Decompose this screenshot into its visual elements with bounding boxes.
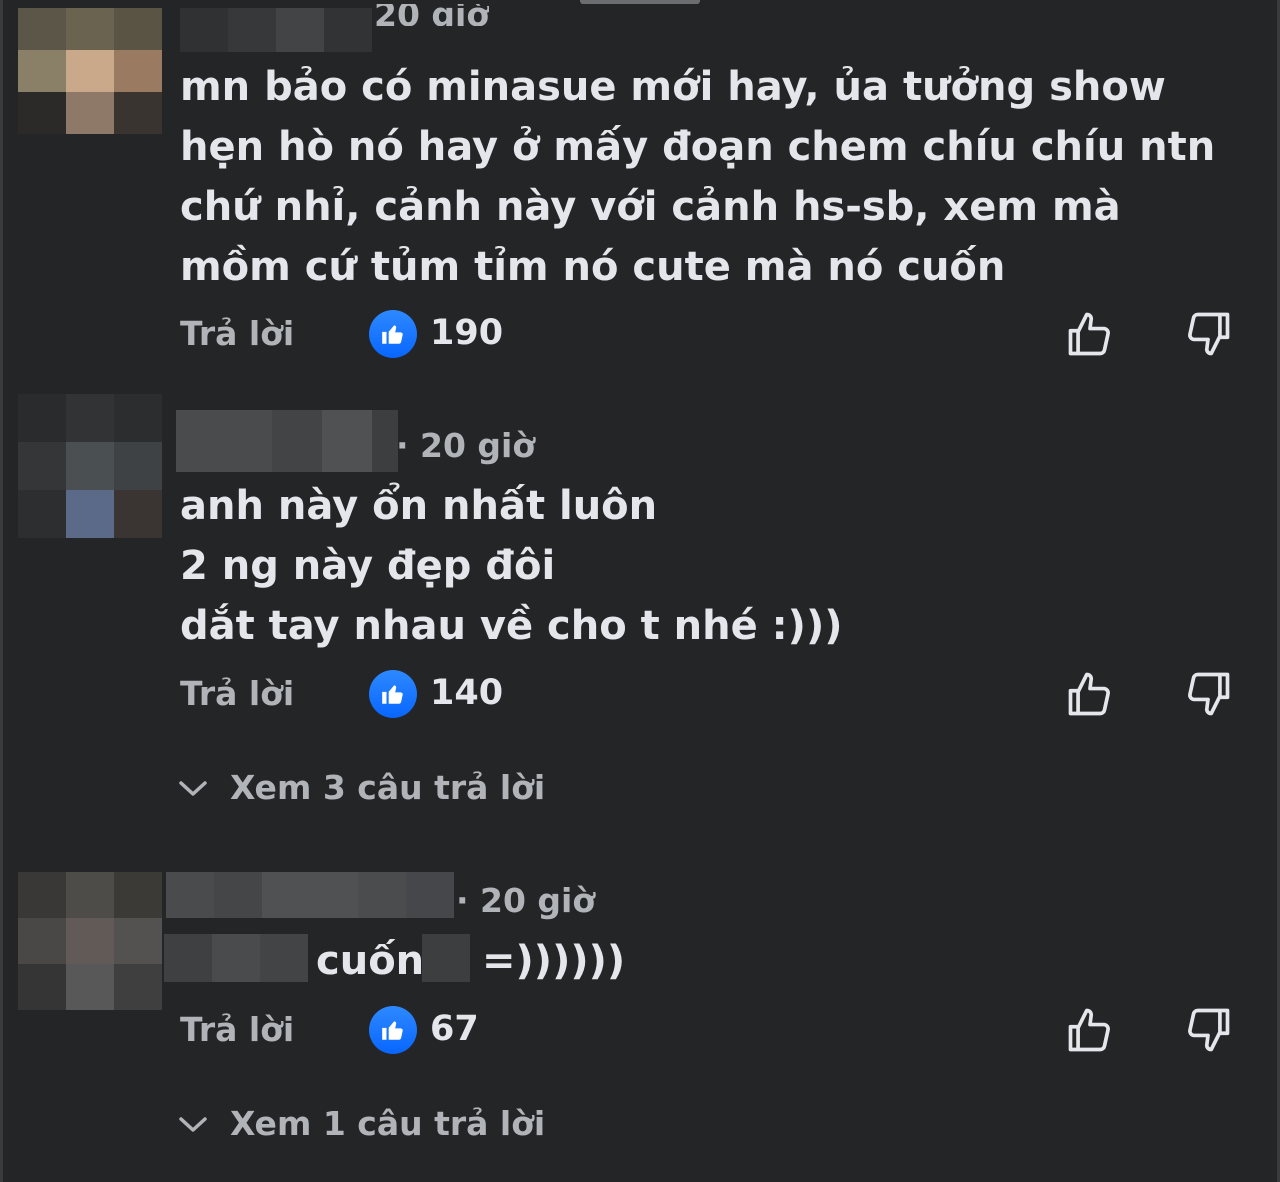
like-button[interactable] (1064, 308, 1116, 360)
thumbs-up-outline-icon (1068, 672, 1110, 716)
commenter-name-redacted[interactable] (180, 8, 372, 52)
comment-time: · 20 giờ (456, 881, 596, 920)
like-count: 140 (430, 673, 504, 713)
avatar[interactable] (18, 872, 162, 1010)
comment-text-redacted (422, 934, 470, 982)
thumbs-down-outline-icon (1188, 672, 1230, 716)
like-count: 190 (430, 313, 504, 353)
thumbs-up-outline-icon (1068, 312, 1110, 356)
reply-button[interactable]: Trả lời (180, 674, 294, 713)
commenter-name-redacted[interactable] (166, 872, 454, 918)
commenter-name-redacted[interactable] (176, 410, 398, 472)
reply-button[interactable]: Trả lời (180, 1010, 294, 1049)
dislike-button[interactable] (1182, 668, 1234, 720)
thumbs-up-outline-icon (1068, 1008, 1110, 1052)
avatar[interactable] (18, 394, 162, 538)
thumbs-up-icon (369, 310, 417, 358)
chevron-down-icon (179, 1116, 207, 1132)
dislike-button[interactable] (1182, 308, 1234, 360)
view-replies-button[interactable]: Xem 1 câu trả lời (178, 1104, 545, 1143)
comment-text: mn bảo có minasue mới hay, ủa tưởng show… (180, 64, 1216, 290)
reply-button[interactable]: Trả lời (180, 314, 294, 353)
comment-text-redacted (164, 934, 308, 982)
thumbs-down-outline-icon (1188, 312, 1230, 356)
comment-text-part-2: =)))))) (482, 938, 626, 984)
view-replies-label: Xem 1 câu trả lời (230, 1104, 546, 1143)
drag-handle[interactable] (580, 0, 700, 4)
comment-time: · 20 giờ (396, 426, 536, 465)
thumbs-down-outline-icon (1188, 1008, 1230, 1052)
comment-time: 20 giờ (374, 4, 490, 26)
like-count: 67 (430, 1009, 479, 1049)
dislike-button[interactable] (1182, 1004, 1234, 1056)
avatar[interactable] (18, 8, 162, 134)
like-button[interactable] (1064, 668, 1116, 720)
view-replies-button[interactable]: Xem 3 câu trả lời (178, 768, 545, 807)
comment-text-part-1: cuốn (316, 938, 425, 984)
view-replies-label: Xem 3 câu trả lời (230, 768, 546, 807)
like-button[interactable] (1064, 1004, 1116, 1056)
thumbs-up-icon (369, 670, 417, 718)
comment-text: anh này ổn nhất luôn 2 ng này đẹp đôi dắ… (180, 483, 843, 649)
thumbs-up-icon (369, 1006, 417, 1054)
chevron-down-icon (179, 780, 207, 796)
